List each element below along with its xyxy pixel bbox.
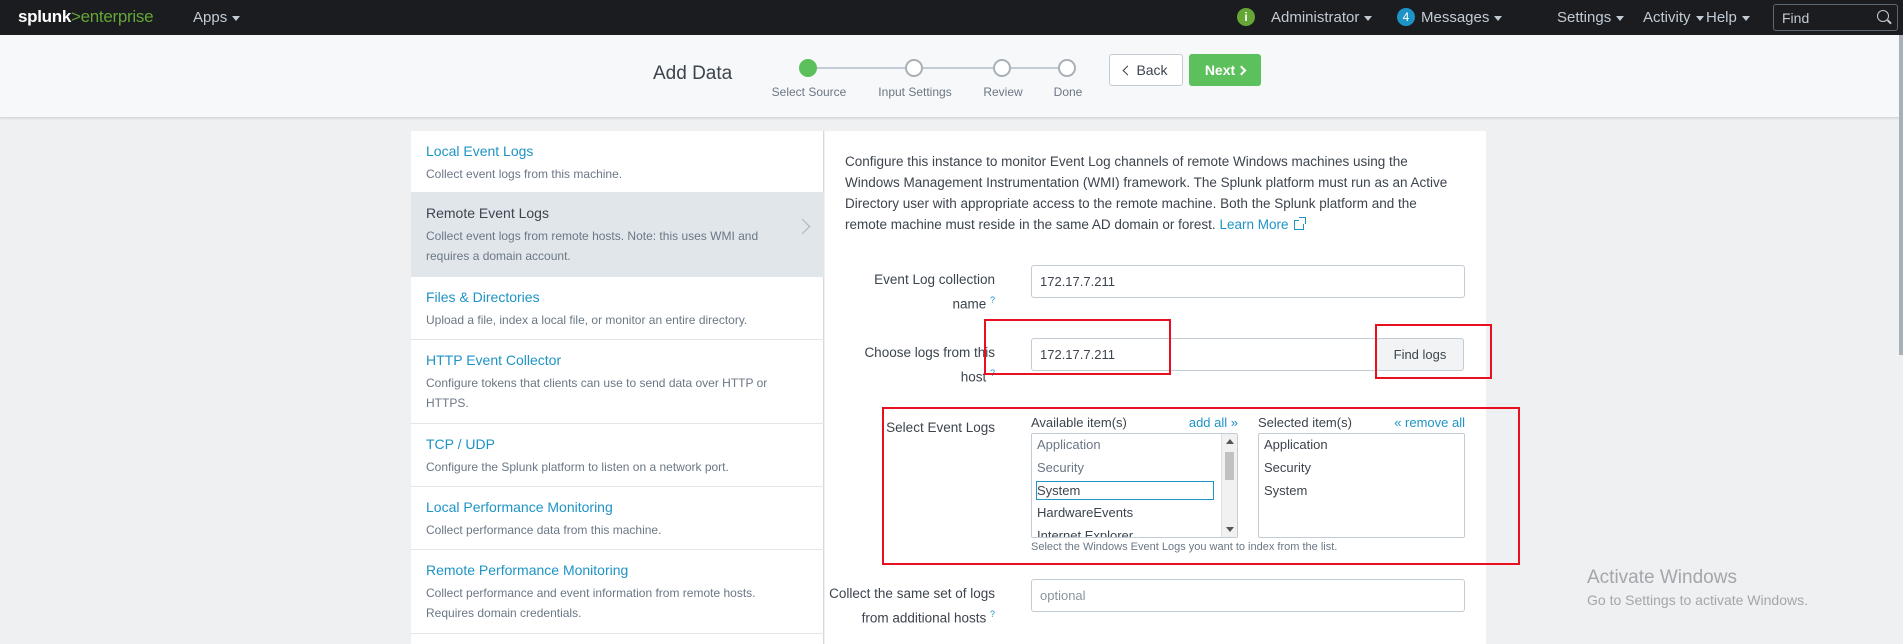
- help-menu[interactable]: Help: [1706, 9, 1750, 26]
- caret-down-icon: [1741, 15, 1750, 21]
- host-input[interactable]: 172.17.7.211: [1031, 338, 1377, 371]
- step-label: Review: [983, 85, 1023, 99]
- caret-down-icon: [232, 15, 241, 21]
- page-scrollbar[interactable]: [1899, 35, 1903, 355]
- splunk-logo[interactable]: splunk>enterprise: [18, 7, 154, 27]
- messages-menu[interactable]: Messages: [1421, 9, 1503, 26]
- step-dot-done: [1058, 59, 1076, 77]
- search-icon: [1877, 10, 1889, 22]
- list-item[interactable]: Security: [1264, 458, 1311, 477]
- add-data-wizard-header: Add Data Select Source Input Settings Re…: [0, 35, 1903, 118]
- step-label: Select Source: [771, 85, 847, 99]
- selected-items-list[interactable]: Application Security System: [1258, 433, 1465, 538]
- select-help-text: Select the Windows Event Logs you want t…: [1031, 541, 1338, 553]
- host-label: Choose logs from this host ?: [864, 345, 995, 385]
- chevron-right-icon: [1236, 65, 1247, 75]
- step-connector: [1010, 67, 1064, 69]
- step-connector: [809, 67, 914, 69]
- next-button[interactable]: Next: [1189, 54, 1261, 86]
- info-icon[interactable]: i: [1237, 8, 1255, 26]
- administrator-menu[interactable]: Administrator: [1271, 9, 1373, 26]
- collection-name-label: Event Log collection name ?: [874, 272, 995, 312]
- activity-menu[interactable]: Activity: [1643, 9, 1704, 26]
- scroll-down-icon[interactable]: [1226, 527, 1234, 532]
- available-items-list[interactable]: Application Security System HardwareEven…: [1031, 433, 1238, 538]
- scroll-thumb[interactable]: [1225, 452, 1234, 480]
- step-dot-input-settings: [905, 59, 923, 77]
- activate-windows-watermark: Activate Windows: [1587, 567, 1737, 588]
- list-item[interactable]: System: [1036, 481, 1214, 500]
- list-item[interactable]: System: [1264, 481, 1307, 500]
- settings-menu[interactable]: Settings: [1557, 9, 1625, 26]
- step-dot-select-source: [799, 59, 817, 77]
- select-event-logs-label: Select Event Logs: [886, 420, 995, 435]
- sidebar-item-local-event-logs[interactable]: Local Event Logs Collect event logs from…: [411, 131, 824, 193]
- find-input[interactable]: Find: [1773, 4, 1898, 31]
- data-source-sidebar: Local Event Logs Collect event logs from…: [411, 131, 824, 644]
- caret-down-icon: [1364, 15, 1373, 21]
- chevron-right-icon: [794, 218, 811, 235]
- messages-count-badge: 4: [1397, 8, 1415, 26]
- caret-down-icon: [1494, 15, 1503, 21]
- caret-down-icon: [1695, 15, 1704, 21]
- list-item[interactable]: HardwareEvents: [1037, 503, 1133, 522]
- chevron-left-icon: [1122, 65, 1133, 75]
- apps-menu[interactable]: Apps: [193, 9, 241, 26]
- scrollbar[interactable]: [1221, 434, 1237, 537]
- step-label: Input Settings: [878, 85, 952, 99]
- help-icon[interactable]: ?: [990, 295, 995, 305]
- selected-items-header: Selected item(s): [1258, 415, 1352, 430]
- sidebar-item-local-performance-monitoring[interactable]: Local Performance Monitoring Collect per…: [411, 487, 824, 550]
- scroll-up-icon[interactable]: [1226, 439, 1234, 444]
- additional-hosts-input[interactable]: optional: [1031, 579, 1465, 612]
- external-link-icon: [1294, 217, 1307, 230]
- additional-hosts-label: Collect the same set of logs from additi…: [829, 586, 995, 626]
- available-items-header: Available item(s): [1031, 415, 1127, 430]
- help-icon[interactable]: ?: [990, 609, 995, 619]
- find-logs-button[interactable]: Find logs: [1376, 338, 1464, 371]
- help-icon[interactable]: ?: [990, 368, 995, 378]
- step-connector: [922, 67, 1002, 69]
- list-item[interactable]: Application: [1037, 435, 1101, 454]
- caret-down-icon: [1616, 15, 1625, 21]
- add-all-link[interactable]: add all »: [1145, 415, 1238, 430]
- sidebar-item-remote-performance-monitoring[interactable]: Remote Performance Monitoring Collect pe…: [411, 550, 824, 634]
- list-item[interactable]: Application: [1264, 435, 1328, 454]
- sidebar-item-tcp-udp[interactable]: TCP / UDP Configure the Splunk platform …: [411, 424, 824, 487]
- learn-more-link[interactable]: Learn More: [1219, 217, 1288, 232]
- sidebar-item-remote-event-logs[interactable]: Remote Event Logs Collect event logs fro…: [411, 193, 824, 277]
- intro-text: Configure this instance to monitor Event…: [845, 154, 1448, 232]
- step-label: Done: [1053, 85, 1083, 99]
- top-navigation-bar: splunk>enterprise Apps i Administrator 4…: [0, 0, 1903, 35]
- collection-name-input[interactable]: 172.17.7.211: [1031, 265, 1465, 298]
- remove-all-link[interactable]: « remove all: [1365, 415, 1465, 430]
- activate-windows-subtext: Go to Settings to activate Windows.: [1587, 592, 1808, 608]
- remote-event-logs-form: Configure this instance to monitor Event…: [825, 131, 1486, 644]
- sidebar-item-http-event-collector[interactable]: HTTP Event Collector Configure tokens th…: [411, 340, 824, 424]
- back-button[interactable]: Back: [1109, 54, 1183, 86]
- list-item[interactable]: Internet Explorer: [1037, 526, 1133, 537]
- list-item[interactable]: Security: [1037, 458, 1084, 477]
- step-dot-review: [993, 59, 1011, 77]
- page-title: Add Data: [653, 63, 733, 84]
- sidebar-item-files-directories[interactable]: Files & Directories Upload a file, index…: [411, 277, 824, 340]
